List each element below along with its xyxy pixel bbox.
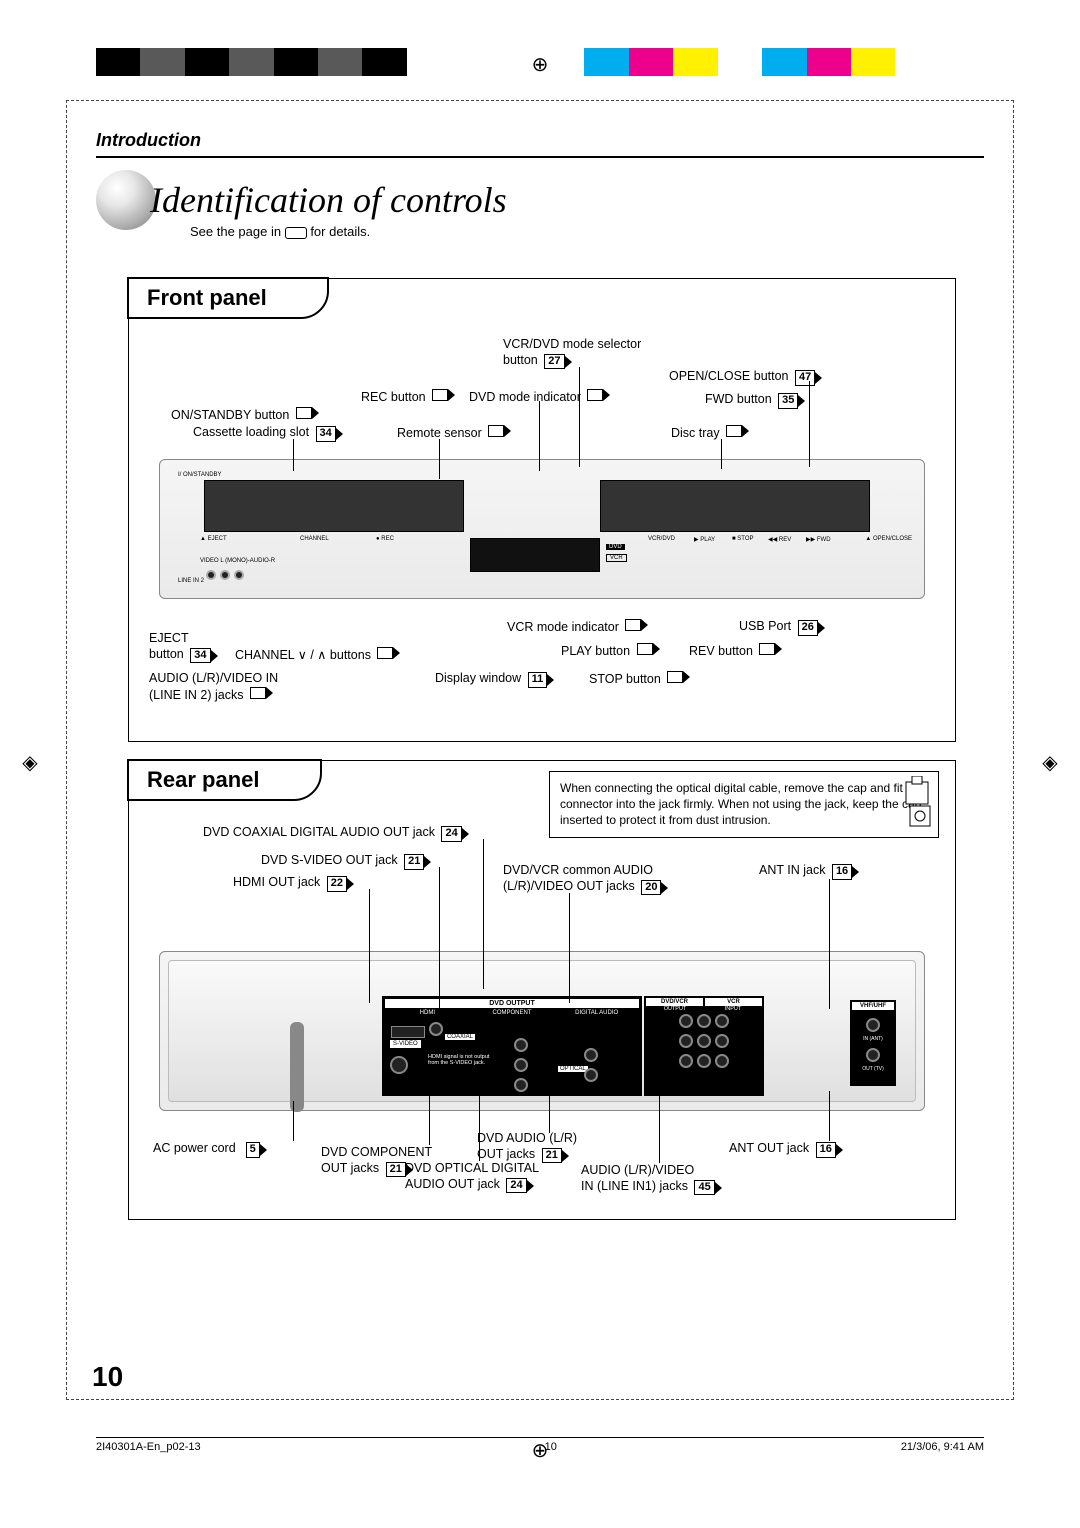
front-panel-heading: Front panel: [127, 277, 329, 319]
callout-dvd-indicator: DVD mode indicator: [469, 389, 603, 406]
callout-dvd-audio: DVD AUDIO (L/R) OUT jacks 21: [477, 1131, 577, 1163]
footer-page: 10: [545, 1441, 557, 1453]
callout-cassette-slot: Cassette loading slot 34: [193, 425, 336, 442]
callout-open-close: OPEN/CLOSE button 47: [669, 369, 815, 386]
callout-svideo: DVD S-VIDEO OUT jack 21: [261, 853, 424, 870]
registration-mark-right: ◈: [1040, 750, 1060, 770]
callout-av-in: AUDIO (L/R)/VIDEO IN (LINE IN1) jacks 45: [581, 1163, 715, 1195]
header-rule: [96, 156, 984, 158]
title-sphere-icon: [96, 170, 156, 230]
callout-coaxial: DVD COAXIAL DIGITAL AUDIO OUT jack 24: [203, 825, 462, 842]
footer-date: 21/3/06, 9:41 AM: [901, 1441, 984, 1453]
footer: 2I40301A-En_p02-13 10 21/3/06, 9:41 AM: [96, 1437, 984, 1453]
section-header: Introduction: [96, 130, 201, 151]
page-number: 10: [92, 1361, 123, 1393]
callout-display: Display window 11: [435, 671, 547, 688]
callout-rec: REC button: [361, 389, 448, 406]
callout-channel: CHANNEL ∨ / ∧ buttons: [235, 647, 393, 664]
callout-fwd: FWD button 35: [705, 392, 798, 409]
subtitle: See the page in for details.: [190, 224, 370, 239]
callout-hdmi: HDMI OUT jack 22: [233, 875, 347, 892]
rear-device-illustration: DVD OUTPUT HDMI COMPONENT DIGITAL AUDIO …: [159, 951, 925, 1111]
page-title: Identification of controls: [96, 170, 507, 230]
callout-ant-in: ANT IN jack 16: [759, 863, 852, 880]
callout-ant-out: ANT OUT jack 16: [729, 1141, 836, 1158]
front-panel-box: Front panel VCR/DVD mode selector button…: [128, 278, 956, 742]
callout-vcr-indicator: VCR mode indicator: [507, 619, 641, 636]
optical-cable-note: When connecting the optical digital cabl…: [549, 771, 939, 838]
optical-plug-icon: [900, 776, 940, 830]
callout-eject: EJECT button 34: [149, 631, 211, 663]
callout-remote-sensor: Remote sensor: [397, 425, 504, 442]
callout-play: PLAY button: [561, 643, 653, 660]
callout-disc-tray: Disc tray: [671, 425, 742, 442]
front-device-illustration: I/ ON/STANDBY ▲ EJECT CHANNEL ● REC VIDE…: [159, 459, 925, 599]
callout-stop: STOP button: [589, 671, 683, 688]
rear-panel-box: Rear panel When connecting the optical d…: [128, 760, 956, 1220]
callout-common-av: DVD/VCR common AUDIO (L/R)/VIDEO OUT jac…: [503, 863, 661, 895]
registration-mark-left: ◈: [20, 750, 40, 770]
callout-mode-selector: VCR/DVD mode selector button 27: [503, 337, 641, 369]
footer-file: 2I40301A-En_p02-13: [96, 1441, 201, 1453]
registration-mark-top: ⊕: [530, 52, 550, 72]
callout-audio-in: AUDIO (L/R)/VIDEO IN (LINE IN 2) jacks: [149, 671, 278, 703]
callout-usb: USB Port 26: [739, 619, 818, 636]
callout-rev: REV button: [689, 643, 775, 660]
callout-ac-cord: AC power cord 5: [153, 1141, 260, 1158]
title-text: Identification of controls: [150, 179, 507, 221]
callout-on-standby: ON/STANDBY button: [171, 407, 312, 424]
rear-panel-heading: Rear panel: [127, 759, 322, 801]
callout-optical: DVD OPTICAL DIGITAL AUDIO OUT jack 24: [405, 1161, 539, 1193]
